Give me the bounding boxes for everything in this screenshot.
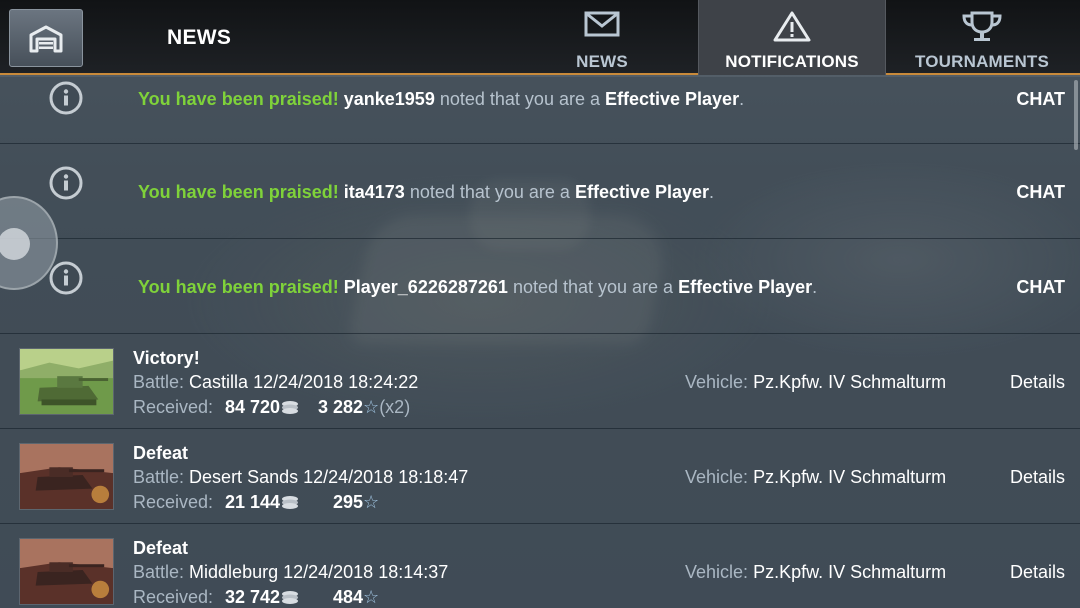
- xp-amount: 3 282☆(x2): [318, 397, 411, 417]
- garage-button[interactable]: [9, 9, 83, 67]
- battle-result: Defeat: [133, 443, 189, 463]
- vehicle-name: Pz.Kpfw. IV Schmalturm: [753, 372, 947, 392]
- battle-map-thumbnail: [19, 348, 114, 415]
- credits-amount: 21 144: [225, 492, 299, 513]
- star-icon: ☆: [363, 397, 380, 417]
- vehicle-info: Vehicle: Pz.Kpfw. IV Schmalturm: [685, 372, 947, 392]
- vehicle-name: Pz.Kpfw. IV Schmalturm: [753, 562, 947, 582]
- tab-news[interactable]: NEWS: [508, 0, 696, 75]
- tab-notifications-label: NOTIFICATIONS: [725, 52, 859, 71]
- notification-message: You have been praised! yanke1959 noted t…: [138, 89, 745, 109]
- notification-row: You have been praised! yanke1959 noted t…: [0, 77, 1080, 144]
- battle-map-time: Middleburg 12/24/2018 18:14:37: [189, 562, 449, 582]
- envelope-icon: [584, 11, 620, 37]
- credits-icon: [282, 401, 299, 414]
- info-icon: [49, 166, 83, 200]
- details-button[interactable]: Details: [1010, 562, 1065, 583]
- tab-tournaments-label: TOURNAMENTS: [914, 52, 1050, 71]
- battle-result-row[interactable]: Defeat Battle: Desert Sands 12/24/2018 1…: [0, 429, 1080, 524]
- xp-amount: 484☆: [333, 587, 380, 607]
- vehicle-name: Pz.Kpfw. IV Schmalturm: [753, 467, 947, 487]
- received-rewards: Received: 32 742 484☆: [133, 587, 380, 607]
- battle-map-thumbnail: [19, 538, 114, 605]
- details-button[interactable]: Details: [1010, 467, 1065, 488]
- chat-button[interactable]: CHAT: [1016, 277, 1065, 298]
- battle-info: Battle: Desert Sands 12/24/2018 18:18:47: [133, 467, 469, 487]
- battle-result-row[interactable]: Defeat Battle: Middleburg 12/24/2018 18:…: [0, 524, 1080, 608]
- chat-button[interactable]: CHAT: [1016, 182, 1065, 203]
- trophy-icon: [962, 11, 1002, 41]
- scrollbar[interactable]: [1074, 80, 1078, 150]
- battle-map-time: Desert Sands 12/24/2018 18:18:47: [189, 467, 469, 487]
- credits-icon: [282, 496, 299, 509]
- notification-message: You have been praised! Player_6226287261…: [138, 277, 818, 297]
- chat-button[interactable]: CHAT: [1016, 89, 1065, 110]
- battle-map-time: Castilla 12/24/2018 18:24:22: [189, 372, 419, 392]
- xp-amount: 295☆: [333, 492, 380, 512]
- info-icon: [49, 261, 83, 295]
- battle-map-thumbnail: [19, 443, 114, 510]
- tab-notifications[interactable]: NOTIFICATIONS: [698, 0, 886, 75]
- tab-news-label: NEWS: [576, 52, 628, 71]
- tab-tournaments[interactable]: TOURNAMENTS: [888, 0, 1076, 75]
- credits-amount: 32 742: [225, 587, 299, 608]
- player-name: ita4173: [343, 182, 405, 202]
- notification-message: You have been praised! ita4173 noted tha…: [138, 182, 715, 202]
- battle-result-row[interactable]: Victory! Battle: Castilla 12/24/2018 18:…: [0, 334, 1080, 429]
- notification-list: You have been praised! yanke1959 noted t…: [0, 77, 1080, 608]
- notification-row: You have been praised! ita4173 noted tha…: [0, 144, 1080, 239]
- hangar-icon: [29, 25, 63, 53]
- player-name: Player_6226287261: [343, 277, 508, 297]
- received-rewards: Received: 21 144 295☆: [133, 492, 380, 512]
- received-rewards: Received: 84 720 3 282☆(x2): [133, 397, 411, 417]
- star-icon: ☆: [363, 492, 380, 512]
- star-icon: ☆: [363, 587, 380, 607]
- battle-result: Victory!: [133, 348, 200, 368]
- battle-info: Battle: Castilla 12/24/2018 18:24:22: [133, 372, 419, 392]
- info-icon: [49, 81, 83, 115]
- battle-info: Battle: Middleburg 12/24/2018 18:14:37: [133, 562, 449, 582]
- vehicle-info: Vehicle: Pz.Kpfw. IV Schmalturm: [685, 467, 947, 487]
- top-bar: NEWS NEWS NOTIFICATIONS TOURNAMENTS: [0, 0, 1080, 75]
- battle-result: Defeat: [133, 538, 189, 558]
- warning-triangle-icon: [773, 11, 811, 42]
- credits-amount: 84 720: [225, 397, 299, 418]
- player-name: yanke1959: [343, 89, 435, 109]
- vehicle-info: Vehicle: Pz.Kpfw. IV Schmalturm: [685, 562, 947, 582]
- credits-icon: [282, 591, 299, 604]
- details-button[interactable]: Details: [1010, 372, 1065, 393]
- notification-row: You have been praised! Player_6226287261…: [0, 239, 1080, 334]
- page-title: NEWS: [167, 26, 232, 49]
